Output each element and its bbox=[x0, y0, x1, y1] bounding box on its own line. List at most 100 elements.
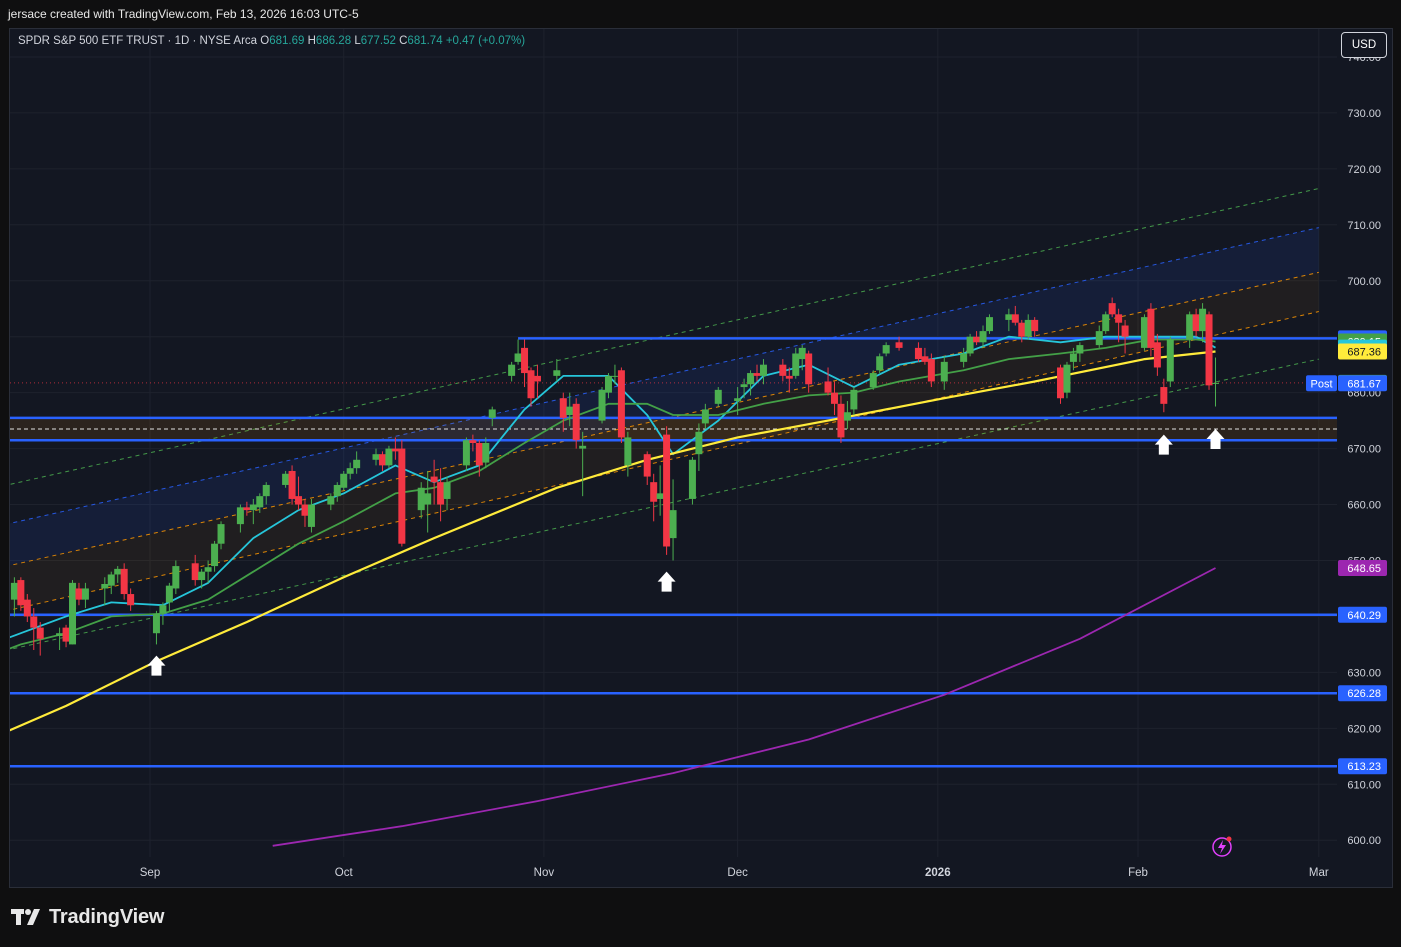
symbol-legend: SPDR S&P 500 ETF TRUST · 1D · NYSE Arca … bbox=[18, 35, 526, 47]
candle-body bbox=[1166, 339, 1174, 382]
candle-body bbox=[559, 398, 567, 418]
price-tick-label: 630.00 bbox=[1347, 667, 1381, 679]
price-label-text: 648.65 bbox=[1347, 563, 1381, 575]
candle bbox=[340, 470, 348, 491]
price-label-text: 687.36 bbox=[1347, 346, 1381, 358]
candle-body bbox=[1115, 314, 1123, 323]
time-axis-label: Mar bbox=[1309, 867, 1329, 879]
candle-body bbox=[372, 454, 380, 460]
open-value: 681.69 bbox=[269, 35, 305, 47]
candle-body bbox=[927, 359, 935, 382]
candle-body bbox=[1024, 319, 1032, 337]
candle-body bbox=[69, 582, 77, 645]
candle-body bbox=[830, 392, 838, 404]
candle-body bbox=[734, 398, 742, 402]
candle bbox=[165, 582, 173, 611]
candle-body bbox=[1211, 382, 1219, 384]
candle-body bbox=[120, 568, 128, 595]
price-tick-label: 730.00 bbox=[1347, 108, 1381, 120]
price-label: 648.65 bbox=[1338, 560, 1387, 577]
candle-body bbox=[876, 356, 884, 371]
candle-body bbox=[36, 627, 44, 639]
candle-body bbox=[1102, 314, 1110, 332]
candle-body bbox=[792, 353, 800, 376]
candle-body bbox=[611, 375, 619, 377]
close-value: 681.74 bbox=[407, 35, 443, 47]
candle-body bbox=[960, 353, 968, 362]
candle-body bbox=[327, 496, 335, 505]
candle-body bbox=[527, 370, 535, 399]
candle-body bbox=[488, 409, 496, 418]
candle-body bbox=[127, 594, 135, 606]
symbol-interval: 1D bbox=[174, 35, 190, 47]
price-tick-label: 710.00 bbox=[1347, 220, 1381, 232]
price-tick-label: 720.00 bbox=[1347, 164, 1381, 176]
candle-body bbox=[624, 437, 632, 466]
candle-body bbox=[514, 353, 522, 362]
brand-name: TradingView bbox=[49, 905, 165, 928]
candle-body bbox=[843, 412, 851, 421]
time-axis-label: Oct bbox=[335, 867, 354, 879]
candle bbox=[1160, 378, 1168, 413]
candle-body bbox=[1153, 342, 1161, 368]
candle-body bbox=[1069, 353, 1077, 362]
candle-body bbox=[217, 524, 225, 544]
candle bbox=[514, 339, 522, 365]
candle-body bbox=[333, 484, 341, 497]
candle-body bbox=[656, 493, 664, 499]
price-label-text: 626.28 bbox=[1347, 688, 1381, 700]
currency-button[interactable]: USD bbox=[1341, 32, 1387, 58]
candle-body bbox=[391, 448, 399, 452]
price-tick-label: 620.00 bbox=[1347, 723, 1381, 735]
candle-body bbox=[152, 613, 160, 634]
candle bbox=[643, 451, 651, 485]
candle-body bbox=[288, 470, 296, 499]
candle bbox=[288, 465, 296, 505]
candle-body bbox=[759, 364, 767, 376]
symbol-exchange: NYSE Arca bbox=[199, 35, 258, 47]
candle bbox=[1211, 357, 1219, 407]
price-label: 687.36 bbox=[1338, 343, 1387, 360]
candle bbox=[62, 624, 70, 648]
candle-body bbox=[1005, 314, 1013, 320]
candle-body bbox=[740, 384, 748, 388]
price-label: 613.23 bbox=[1338, 758, 1387, 775]
candle-body bbox=[236, 507, 244, 525]
post-tag: Post bbox=[1310, 378, 1332, 390]
moving-average-line bbox=[272, 567, 1216, 847]
candle bbox=[1205, 311, 1213, 390]
price-chart[interactable]: 600.00610.00620.00630.00640.00650.00660.… bbox=[0, 0, 1401, 947]
candle-body bbox=[1011, 314, 1019, 323]
candle-body bbox=[566, 406, 574, 416]
plot-area bbox=[10, 29, 1337, 857]
candle-body bbox=[966, 336, 974, 354]
candle-body bbox=[1140, 317, 1148, 348]
candle-body bbox=[243, 507, 251, 511]
candle-body bbox=[701, 409, 709, 424]
candle-body bbox=[249, 504, 257, 511]
candle-body bbox=[1057, 367, 1065, 399]
candle bbox=[611, 364, 619, 385]
candle-body bbox=[1063, 364, 1071, 393]
candle bbox=[1140, 314, 1148, 351]
candle bbox=[508, 361, 516, 382]
candle-body bbox=[81, 588, 89, 600]
candle bbox=[398, 440, 406, 547]
candle bbox=[617, 367, 625, 443]
price-label: 626.28 bbox=[1338, 685, 1387, 702]
candle-body bbox=[424, 493, 432, 505]
candle bbox=[10, 577, 18, 617]
channel-upper-fill bbox=[10, 227, 1319, 566]
candle-body bbox=[617, 370, 625, 438]
candle-body bbox=[107, 574, 115, 586]
symbol-name: SPDR S&P 500 ETF TRUST bbox=[18, 35, 165, 47]
candle-body bbox=[198, 571, 206, 581]
price-tick-label: 610.00 bbox=[1347, 779, 1381, 791]
candle-body bbox=[1076, 345, 1084, 354]
candle-body bbox=[798, 347, 806, 360]
candle-body bbox=[973, 336, 981, 343]
price-label-text: 640.29 bbox=[1347, 610, 1381, 622]
candle-body bbox=[753, 373, 761, 376]
candle-body bbox=[1186, 314, 1194, 340]
candle-body bbox=[1031, 319, 1039, 332]
